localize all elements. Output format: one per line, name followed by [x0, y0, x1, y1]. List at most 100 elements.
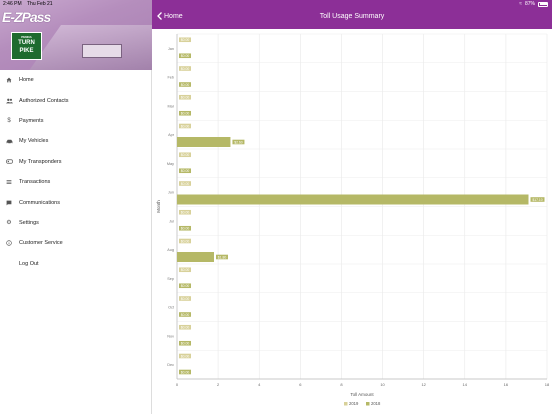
list-icon: [0, 179, 18, 185]
x-tick-label: 6: [299, 382, 302, 387]
brand-banner: E-ZPass PENNA TURN PIKE: [0, 0, 152, 70]
bar-2018: [177, 137, 231, 147]
sidebar-item-label: My Vehicles: [19, 138, 49, 145]
sidebar-item-label: Authorized Contacts: [19, 97, 69, 104]
sidebar-item-label: Log Out: [19, 260, 39, 267]
y-tick-label: Feb: [167, 76, 174, 80]
y-tick-label: May: [167, 162, 174, 166]
x-axis-title: Toll Amount: [350, 392, 374, 397]
sidebar-item-label: Transactions: [19, 179, 51, 186]
x-tick-label: 12: [421, 382, 426, 387]
y-tick-label: Oct: [168, 306, 175, 310]
shield-line2: PIKE: [19, 48, 34, 54]
car-icon: [0, 139, 18, 144]
sidebar-menu: Home Authorized Contacts $ Payments My V…: [0, 70, 152, 274]
y-tick-label: Jan: [168, 47, 174, 51]
chart-svg: 0 2 4 6 8 10 12 14 16 18 Jan $0.00 $0.00 Feb $0.00 $0.0…: [156, 33, 550, 406]
status-date: Thu Feb 21: [27, 1, 53, 7]
data-label: $0.00: [181, 297, 190, 301]
data-label: $0.00: [181, 112, 190, 116]
info-icon: [0, 240, 18, 247]
sidebar-item-label: My Transponders: [19, 158, 62, 165]
sidebar-item-customer-service[interactable]: Customer Service: [0, 233, 152, 253]
ezpass-logo: E-ZPass: [2, 9, 51, 25]
data-label: $0.00: [181, 268, 190, 272]
x-tick-label: 2: [217, 382, 220, 387]
page-title: Toll Usage Summary: [319, 13, 385, 20]
battery-percent: 87%: [524, 1, 535, 7]
data-label: $0.00: [181, 354, 190, 358]
shield-line1: TURN: [18, 40, 35, 46]
sidebar-item-communications[interactable]: Communications: [0, 192, 152, 212]
y-tick-label: Jul: [169, 219, 174, 223]
message-icon: [0, 200, 18, 206]
data-label: $0.00: [181, 211, 190, 215]
y-axis-title: Month: [156, 200, 161, 213]
main-panel: Home Toll Usage Summary 0 2 4 6 8 10 12 14 16 18 J…: [152, 0, 552, 414]
sidebar-item-my-vehicles[interactable]: My Vehicles: [0, 131, 152, 151]
sidebar-item-my-transponders[interactable]: My Transponders: [0, 152, 152, 172]
x-tick-label: 0: [176, 382, 179, 387]
data-label: $0.00: [181, 284, 190, 288]
sidebar-item-payments[interactable]: $ Payments: [0, 111, 152, 131]
x-tick-label: 14: [463, 382, 468, 387]
y-tick-label: Dec: [167, 363, 174, 367]
data-label: $0.00: [181, 313, 190, 317]
y-tick-label: Nov: [167, 334, 174, 338]
gear-icon: ⚙: [6, 220, 12, 227]
data-label: $0.00: [181, 169, 190, 173]
data-label: $0.00: [181, 370, 190, 374]
sidebar-item-label: Payments: [19, 117, 44, 124]
data-label: $2.60: [234, 140, 243, 144]
people-icon: [0, 98, 18, 104]
home-icon: [0, 77, 18, 83]
sidebar-item-transactions[interactable]: Transactions: [0, 172, 152, 192]
y-tick-label: Aug: [167, 248, 174, 252]
sidebar-item-log-out[interactable]: Log Out: [0, 254, 152, 274]
data-label: $1.80: [218, 255, 227, 259]
legend-label-2018: 2018: [371, 401, 381, 406]
data-label: $0.00: [181, 124, 190, 128]
wifi-icon: ≈: [519, 1, 522, 7]
sidebar-item-label: Customer Service: [19, 240, 63, 247]
sidebar-item-label: Home: [19, 77, 34, 84]
dollar-icon: $: [7, 117, 11, 124]
x-tick-label: 8: [340, 382, 343, 387]
legend-label-2019: 2019: [349, 401, 359, 406]
data-label: $0.00: [181, 67, 190, 71]
x-tick-label: 10: [380, 382, 385, 387]
x-tick-label: 18: [545, 382, 550, 387]
y-tick-label: Mar: [167, 104, 174, 108]
legend-swatch-2019: [344, 402, 348, 406]
data-label: $0.00: [181, 227, 190, 231]
sidebar-item-settings[interactable]: ⚙ Settings: [0, 213, 152, 233]
status-bar: 2:46 PM Thu Feb 21 ≈ 87%: [0, 0, 552, 9]
transponder-icon: [0, 159, 18, 164]
toll-usage-chart: 0 2 4 6 8 10 12 14 16 18 Jan $0.00 $0.00 Feb $0.00 $0.0…: [152, 29, 552, 414]
data-label: $0.00: [181, 239, 190, 243]
battery-icon: [538, 1, 548, 7]
data-label: $0.00: [181, 342, 190, 346]
data-label: $0.00: [181, 96, 190, 100]
x-tick-label: 16: [504, 382, 509, 387]
x-tick-label: 4: [258, 382, 261, 387]
truck-graphic: [82, 44, 122, 58]
data-label: $0.00: [181, 83, 190, 87]
data-label: $0.00: [181, 182, 190, 186]
sidebar-item-home[interactable]: Home: [0, 70, 152, 90]
data-label: $0.00: [181, 326, 190, 330]
bar-2018: [177, 194, 529, 205]
sidebar-item-label: Communications: [19, 199, 60, 206]
status-indicators: ≈ 87%: [519, 1, 548, 7]
y-tick-label: Apr: [168, 133, 175, 137]
turnpike-shield-logo: PENNA TURN PIKE: [11, 32, 42, 60]
y-tick-label: Sep: [167, 277, 174, 281]
sidebar-item-authorized-contacts[interactable]: Authorized Contacts: [0, 90, 152, 110]
y-tick-label: Jun: [168, 191, 174, 195]
bar-2018: [177, 252, 214, 262]
legend-swatch-2018: [366, 402, 370, 406]
sidebar: E-ZPass PENNA TURN PIKE Home Authorized …: [0, 0, 152, 414]
data-label: $0.00: [181, 54, 190, 58]
status-time: 2:46 PM: [3, 1, 22, 7]
sidebar-item-label: Settings: [19, 219, 39, 226]
